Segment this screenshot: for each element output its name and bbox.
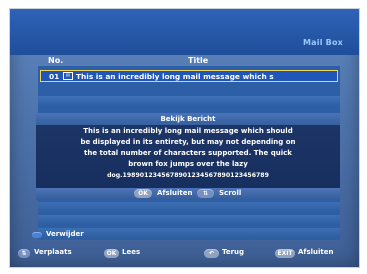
scroll-icon[interactable]: ⇅ xyxy=(197,189,214,198)
selected-mail-row[interactable]: 01 ✉ This is an incredibly long mail mes… xyxy=(40,70,338,82)
dialog-footer: OK Afsluiten ⇅ Scroll xyxy=(36,188,340,200)
back-icon[interactable]: ↶ xyxy=(204,249,219,258)
delete-label[interactable]: Verwijder xyxy=(46,230,84,238)
move-icon[interactable]: ⇅ xyxy=(18,249,30,258)
mail-number: 01 xyxy=(49,72,60,81)
message-line: This is an incredibly long mail message … xyxy=(83,127,293,135)
list-row[interactable] xyxy=(38,215,340,226)
list-row[interactable] xyxy=(38,202,340,213)
mail-icon: ✉ xyxy=(63,72,73,80)
scroll-label[interactable]: Scroll xyxy=(219,189,241,197)
mailbox-screen: Mail Box No. Title 01 ✉ This is an incre… xyxy=(9,8,360,268)
ok-button[interactable]: OK xyxy=(104,249,119,258)
back-label[interactable]: Terug xyxy=(222,248,244,256)
message-dialog-body: This is an incredibly long mail message … xyxy=(36,125,340,188)
message-line: the total number of characters supported… xyxy=(84,149,292,157)
dialog-title: Bekijk Bericht xyxy=(160,115,216,123)
screen-title: Mail Box xyxy=(303,38,343,47)
column-title-header: Title xyxy=(188,56,209,65)
exit-label[interactable]: Afsluiten xyxy=(298,248,334,256)
ok-button[interactable]: OK xyxy=(134,189,152,198)
message-line: brown fox jumps over the lazy xyxy=(128,160,248,168)
list-row[interactable] xyxy=(38,96,340,106)
exit-button[interactable]: EXIT xyxy=(275,249,295,258)
dialog-title-bar: Bekijk Bericht xyxy=(36,113,340,125)
move-label[interactable]: Verplaats xyxy=(34,248,72,256)
message-line: dog.1989012345678901234567890123456789 xyxy=(107,172,269,179)
tv-screen-frame: Mail Box No. Title 01 ✉ This is an incre… xyxy=(0,0,367,274)
mail-subject: This is an incredibly long mail message … xyxy=(76,72,274,81)
read-label[interactable]: Lees xyxy=(122,248,140,256)
header-bar xyxy=(10,9,359,55)
blue-button-icon[interactable] xyxy=(32,232,42,238)
close-label[interactable]: Afsluiten xyxy=(157,189,193,197)
column-no-header: No. xyxy=(48,56,64,65)
message-line: be displayed in its entirety, but may no… xyxy=(80,138,296,146)
